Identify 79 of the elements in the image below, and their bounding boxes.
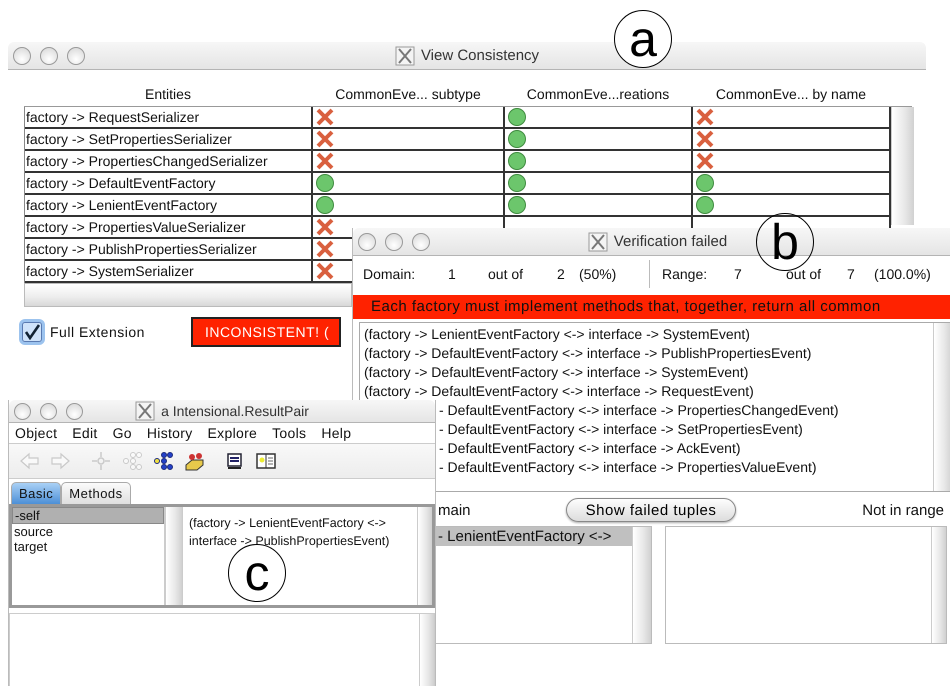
vertical-scrollbar[interactable] [931, 527, 946, 643]
list-item[interactable]: (factory -> LenientEventFactory <-> interface -> SystemEvent) [360, 325, 933, 344]
vertical-scrollbar[interactable] [417, 507, 432, 605]
column-header[interactable]: CommonEve...reations [504, 86, 692, 102]
table-cell: factory -> PublishPropertiesSerializer [25, 239, 313, 259]
checkbox-label[interactable]: Full Extension [50, 324, 145, 340]
vertical-scrollbar[interactable] [891, 107, 914, 225]
window-control-button[interactable] [40, 46, 58, 64]
block-icon[interactable] [184, 451, 204, 471]
vertical-scrollbar[interactable] [165, 507, 183, 605]
error-banner: Each factory must implement methods that, together, return all common [353, 295, 950, 319]
list-item[interactable]: - DefaultEventFactory <-> interface -> PropertiesValueEvent) [439, 458, 933, 477]
stat-label: out of [488, 266, 524, 282]
horizontal-scrollbar[interactable] [24, 283, 352, 307]
checkbox[interactable] [22, 322, 42, 342]
list-item[interactable]: - DefaultEventFactory <-> interface -> AckEvent) [439, 439, 933, 458]
table-cell: factory -> RequestSerializer [25, 107, 313, 127]
stat-label: Domain: [363, 266, 416, 282]
tab[interactable]: Basic [11, 482, 62, 504]
callout-label: b [756, 213, 814, 271]
vertical-scrollbar[interactable] [419, 614, 434, 686]
table-cell: factory -> DefaultEventFactory [25, 173, 313, 193]
stat-value: (100.0%) [874, 266, 932, 282]
window-control-button[interactable] [67, 46, 85, 64]
menu-item[interactable]: Object [15, 425, 58, 441]
column-label: Not in range [862, 502, 945, 518]
stat-value: 1 [448, 266, 457, 282]
stat-value: 7 [734, 266, 743, 282]
list-item[interactable]: -self [12, 507, 164, 524]
checkmark-icon [24, 324, 40, 340]
list-item[interactable]: - DefaultEventFactory <-> interface -> PropertiesChangedEvent) [439, 401, 933, 420]
show-failed-tuples-button[interactable]: Show failed tuples [566, 498, 736, 522]
menu-item[interactable]: Go [112, 425, 132, 441]
window-control-button[interactable] [358, 232, 376, 250]
table-cell: factory -> SystemSerializer [25, 261, 313, 281]
menu-item[interactable]: History [146, 425, 193, 441]
table-cell: factory -> SetPropertiesSerializer [25, 129, 313, 149]
list-item[interactable]: (factory -> DefaultEventFactory <-> interface -> RequestEvent) [360, 382, 933, 401]
table-cell: factory -> LenientEventFactory [25, 195, 313, 215]
window-control-button[interactable] [40, 402, 57, 420]
window-title: a Intensional.ResultPair [161, 403, 309, 419]
column-label: main [438, 502, 472, 518]
node-tree-icon[interactable] [153, 451, 173, 471]
boxed-x-icon [394, 46, 415, 66]
stat-value: (50%) [579, 266, 618, 282]
table-cell: factory -> PropertiesChangedSerializer [25, 151, 313, 171]
list-item[interactable]: (factory -> DefaultEventFactory <-> interface -> SystemEvent) [360, 363, 933, 382]
list-item[interactable]: target [12, 539, 164, 554]
menu-item[interactable]: Help [321, 425, 352, 441]
vertical-scrollbar[interactable] [933, 323, 950, 491]
tab[interactable]: Methods [61, 482, 131, 504]
window-title: View Consistency [420, 47, 540, 64]
menu-item[interactable]: Tools [272, 425, 306, 441]
column-header[interactable]: CommonEve... subtype [312, 86, 504, 102]
book-icon[interactable] [256, 451, 276, 471]
window-control-button[interactable] [13, 46, 31, 64]
list-item[interactable]: source [12, 524, 164, 539]
column-header[interactable]: CommonEve... by name [692, 86, 890, 102]
window-control-button[interactable] [14, 402, 31, 420]
stat-label: Range: [662, 266, 708, 282]
list-item[interactable]: - LenientEventFactory <-> [436, 527, 632, 546]
vertical-scrollbar[interactable] [632, 527, 651, 643]
menu-item[interactable]: Edit [72, 425, 98, 441]
window-control-button[interactable] [385, 232, 403, 250]
stat-value: 2 [557, 266, 566, 282]
menu-item[interactable]: Explore [208, 425, 258, 441]
window-title: Verification failed [614, 233, 728, 250]
list-item[interactable]: - DefaultEventFactory <-> interface -> SetPropertiesEvent) [439, 420, 933, 439]
callout-label: a [614, 10, 672, 68]
window-control-button[interactable] [66, 402, 83, 420]
callout-label: c [228, 544, 286, 602]
boxed-x-icon [588, 232, 608, 252]
text-area[interactable] [9, 613, 435, 686]
table-cell: factory -> PropertiesValueSerializer [25, 217, 313, 237]
window-control-button[interactable] [412, 232, 430, 250]
column-header[interactable]: Entities [24, 86, 312, 102]
stat-value: 7 [847, 266, 856, 282]
list-item[interactable]: (factory -> DefaultEventFactory <-> interface -> PublishPropertiesEvent) [360, 344, 933, 363]
status-banner: INCONSISTENT! ( [190, 317, 341, 347]
